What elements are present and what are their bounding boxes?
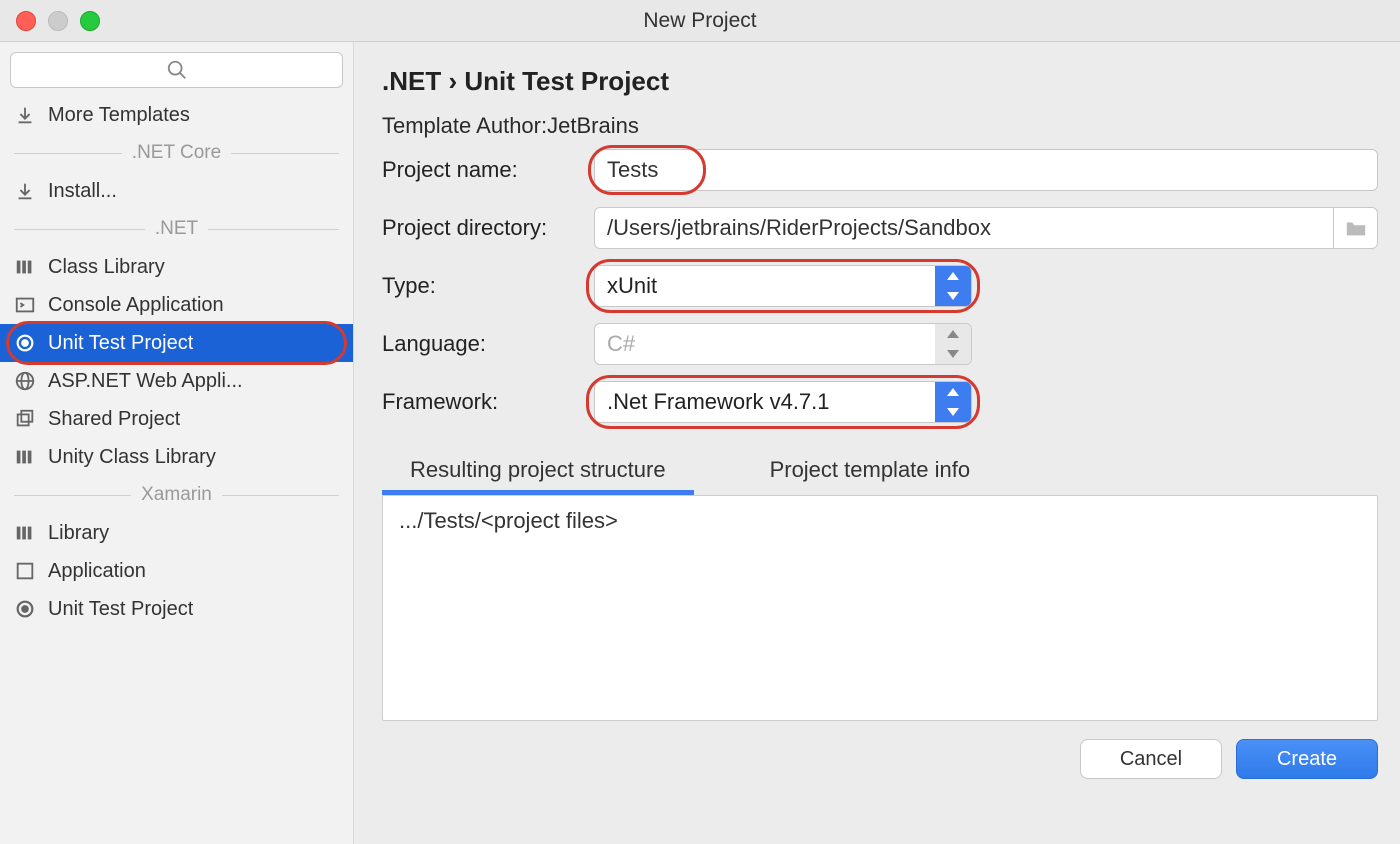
breadcrumb: .NET › Unit Test Project — [382, 66, 1378, 97]
sidebar-item-label: Class Library — [48, 256, 165, 279]
sidebar-item-xamarin-library[interactable]: Library — [0, 514, 353, 552]
sidebar-item-label: Application — [48, 560, 146, 583]
sidebar-item-label: ASP.NET Web Appli... — [48, 370, 243, 393]
sidebar-item-label: Console Application — [48, 294, 224, 317]
framework-value: .Net Framework v4.7.1 — [595, 389, 935, 415]
sidebar-item-aspnet-web-appli[interactable]: ASP.NET Web Appli... — [0, 362, 353, 400]
chevron-updown-icon — [935, 324, 971, 364]
download-icon — [12, 178, 38, 204]
project-dir-label: Project directory: — [382, 215, 594, 241]
framework-select[interactable]: .Net Framework v4.7.1 — [594, 381, 972, 423]
sidebar-item-class-library[interactable]: Class Library — [0, 248, 353, 286]
type-value: xUnit — [595, 273, 935, 299]
sidebar-item-xamarin-application[interactable]: Application — [0, 552, 353, 590]
type-label: Type: — [382, 273, 594, 299]
sidebar-item-install[interactable]: Install... — [0, 172, 353, 210]
framework-label: Framework: — [382, 389, 594, 415]
folder-icon — [1345, 218, 1367, 238]
sidebar-item-label: Library — [48, 522, 109, 545]
sidebar-group-net: .NET — [0, 210, 353, 248]
sidebar-item-console-application[interactable]: Console Application — [0, 286, 353, 324]
language-select[interactable]: C# — [594, 323, 972, 365]
test-icon — [12, 330, 38, 356]
window-title: New Project — [0, 9, 1400, 33]
library-icon — [12, 254, 38, 280]
test-icon — [12, 596, 38, 622]
sidebar: More Templates .NET Core Install... .NET… — [0, 42, 354, 844]
download-icon — [12, 102, 38, 128]
sidebar-item-label: Unit Test Project — [48, 598, 193, 621]
library-icon — [12, 520, 38, 546]
sidebar-item-shared-project[interactable]: Shared Project — [0, 400, 353, 438]
globe-icon — [12, 368, 38, 394]
chevron-updown-icon — [935, 382, 971, 422]
sidebar-group-xamarin: Xamarin — [0, 476, 353, 514]
type-select[interactable]: xUnit — [594, 265, 972, 307]
template-author: Template Author:JetBrains — [382, 113, 1378, 139]
sidebar-item-label: More Templates — [48, 104, 190, 127]
sidebar-item-unit-test-project[interactable]: Unit Test Project — [0, 324, 353, 362]
search-icon — [166, 59, 188, 81]
library-icon — [12, 444, 38, 470]
tabs: Resulting project structure Project temp… — [382, 451, 1378, 495]
console-icon — [12, 292, 38, 318]
structure-line: .../Tests/<project files> — [399, 508, 1361, 534]
language-value: C# — [595, 331, 935, 357]
sidebar-group-netcore: .NET Core — [0, 134, 353, 172]
footer: Cancel Create — [382, 739, 1378, 779]
create-button[interactable]: Create — [1236, 739, 1378, 779]
cancel-button[interactable]: Cancel — [1080, 739, 1222, 779]
sidebar-item-label: Unity Class Library — [48, 446, 216, 469]
project-name-label: Project name: — [382, 157, 594, 183]
sidebar-item-label: Shared Project — [48, 408, 180, 431]
sidebar-item-label: Install... — [48, 180, 117, 203]
search-input[interactable] — [10, 52, 343, 88]
chevron-updown-icon — [935, 266, 971, 306]
main-panel: .NET › Unit Test Project Template Author… — [354, 42, 1400, 844]
sidebar-item-xamarin-unit-test[interactable]: Unit Test Project — [0, 590, 353, 628]
browse-dir-button[interactable] — [1334, 207, 1378, 249]
app-icon — [12, 558, 38, 584]
structure-box: .../Tests/<project files> — [382, 495, 1378, 721]
tab-resulting-structure[interactable]: Resulting project structure — [382, 451, 694, 495]
shared-icon — [12, 406, 38, 432]
sidebar-item-more-templates[interactable]: More Templates — [0, 96, 353, 134]
tab-template-info[interactable]: Project template info — [742, 451, 999, 495]
language-label: Language: — [382, 331, 594, 357]
sidebar-item-unity-class-library[interactable]: Unity Class Library — [0, 438, 353, 476]
project-dir-input[interactable] — [594, 207, 1334, 249]
sidebar-item-label: Unit Test Project — [48, 332, 193, 355]
project-name-input[interactable] — [594, 149, 1378, 191]
titlebar: New Project — [0, 0, 1400, 42]
